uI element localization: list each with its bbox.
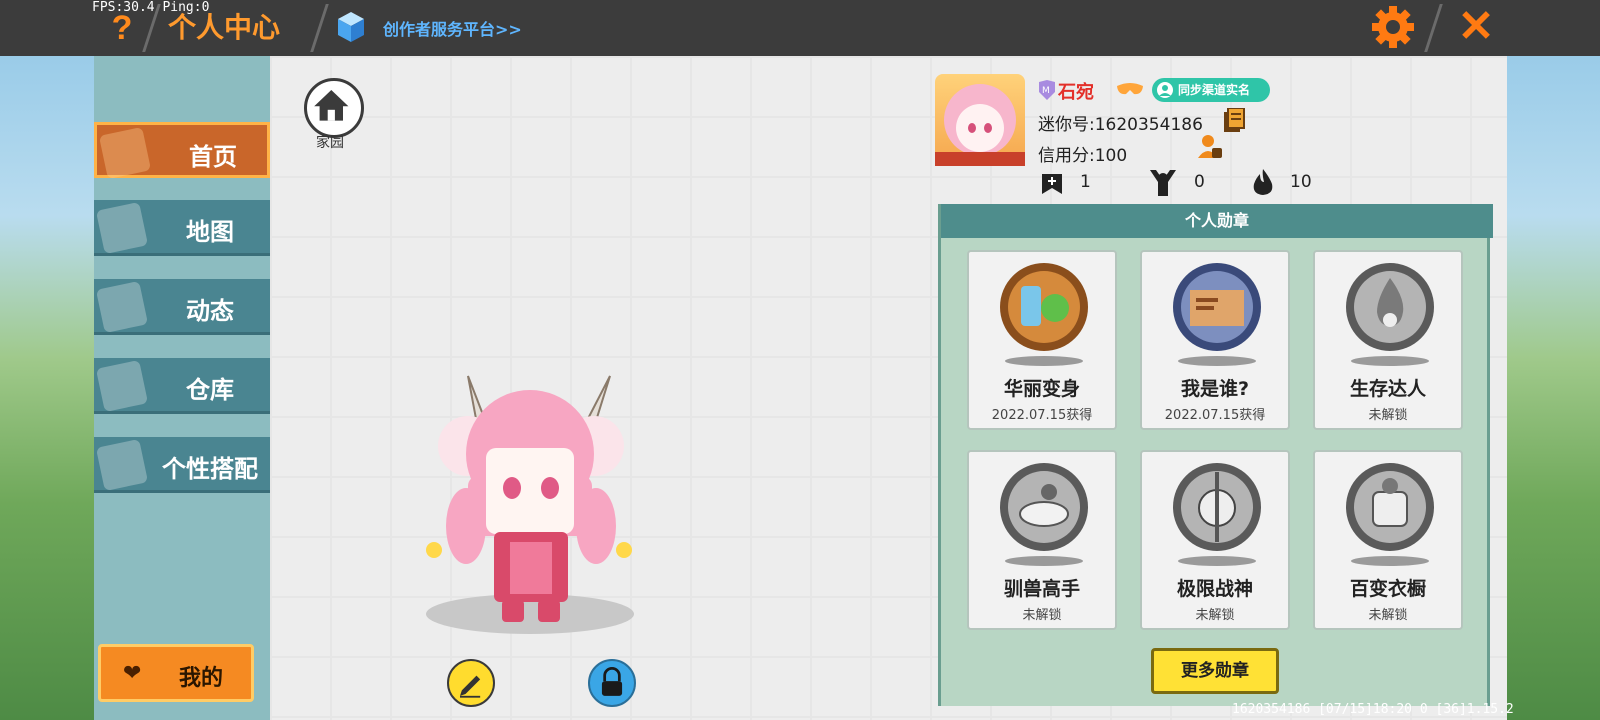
mask-icon (1117, 83, 1143, 95)
badge-card[interactable]: 我是谁? 2022.07.15获得 (1140, 250, 1290, 430)
map-icon (95, 201, 149, 255)
user-profile-icon[interactable] (1196, 132, 1224, 160)
badge-status: 未解锁 (1368, 408, 1408, 423)
badge-card[interactable]: 驯兽高手 未解锁 (967, 450, 1117, 630)
more-badges-button[interactable]: 更多勋章 (1151, 648, 1279, 694)
sidebar-item-label: 个性搭配 (162, 455, 258, 483)
badge-status: 2022.07.15获得 (991, 408, 1093, 423)
badge-name: 华丽变身 (1003, 378, 1080, 400)
sync-realname-badge[interactable]: 同步渠道实名 (1152, 78, 1270, 102)
sidebar-item-home[interactable]: 首页 (94, 122, 270, 180)
sidebar-item-label: 首页 (189, 143, 237, 171)
sidebar-item-label: 动态 (186, 297, 234, 325)
house-icon (314, 90, 349, 121)
wardrobe-badge-icon (1346, 463, 1434, 551)
home-button[interactable] (304, 78, 364, 138)
outfit-icon (95, 438, 149, 492)
svg-text:M: M (1042, 86, 1050, 96)
edit-button[interactable] (447, 659, 495, 707)
vip-shield-icon: M (1039, 80, 1055, 100)
gear-icon[interactable] (1370, 4, 1416, 50)
character-avatar[interactable] (410, 356, 650, 656)
friend-count: 1 (1080, 172, 1091, 192)
divider (1424, 4, 1443, 52)
avatar[interactable] (935, 74, 1025, 166)
fans-count: 0 (1194, 172, 1205, 192)
help-button[interactable]: ? (106, 8, 138, 48)
home-icon (98, 126, 152, 180)
survival-badge-icon (1346, 263, 1434, 351)
my-button[interactable]: ❤ 我的 (98, 644, 254, 702)
my-button-label: 我的 (179, 666, 224, 691)
heart-icon: ❤ (123, 661, 142, 686)
fans-icon (1150, 170, 1176, 196)
sidebar-item-activity[interactable]: 动态 (94, 279, 270, 335)
fire-icon (1253, 169, 1273, 195)
badge-name: 生存达人 (1349, 378, 1426, 400)
sidebar-item-label: 地图 (186, 218, 234, 246)
lock-icon (601, 667, 623, 696)
badge-card[interactable]: 生存达人 未解锁 (1313, 250, 1463, 430)
badge-card[interactable]: 极限战神 未解锁 (1140, 450, 1290, 630)
boss-badge-icon (1173, 463, 1261, 551)
badge-shadow (1351, 356, 1429, 366)
badge-status: 未解锁 (1195, 608, 1235, 623)
badge-shadow (1005, 356, 1083, 366)
badge-status: 未解锁 (1022, 608, 1062, 623)
page-title: 个人中心 (168, 11, 281, 44)
sync-badge-label: 同步渠道实名 (1178, 83, 1251, 97)
divider (310, 4, 329, 52)
pencil-icon (460, 675, 481, 698)
badge-status: 未解锁 (1368, 608, 1408, 623)
sidebar-item-map[interactable]: 地图 (94, 200, 270, 256)
badge-name: 我是谁? (1180, 378, 1250, 400)
badge-card[interactable]: 百变衣橱 未解锁 (1313, 450, 1463, 630)
warehouse-icon (95, 359, 149, 413)
tamer-badge-icon (1000, 463, 1088, 551)
badge-shadow (1351, 556, 1429, 566)
copy-icon[interactable] (1222, 108, 1246, 134)
credit-score: 信用分:100 (1038, 146, 1128, 166)
badge-name: 驯兽高手 (1003, 578, 1080, 600)
add-friend-icon (1042, 174, 1062, 194)
badge-name: 百变衣橱 (1349, 578, 1426, 600)
bell-icon (95, 280, 149, 334)
footer-info: 1620354186 [07/15]18:20 0 [36]1.15.2 (1232, 702, 1514, 717)
sidebar-item-warehouse[interactable]: 仓库 (94, 358, 270, 414)
sidebar-item-label: 仓库 (186, 376, 234, 404)
top-bar: FPS:30.4 Ping:0 ? 个人中心 创作者服务平台>> ✕ (0, 0, 1600, 56)
whoami-badge-icon (1173, 263, 1261, 351)
badge-shadow (1178, 356, 1256, 366)
transform-badge-icon (1000, 263, 1088, 351)
user-circle-icon (1157, 82, 1173, 98)
popularity-count: 10 (1290, 172, 1312, 192)
lock-button[interactable] (588, 659, 636, 707)
badge-shadow (1178, 556, 1256, 566)
badge-panel-title: 个人勋章 (941, 204, 1493, 238)
sidebar: 首页 地图 动态 仓库 个性搭配 (94, 56, 270, 720)
sidebar-item-outfit[interactable]: 个性搭配 (94, 437, 270, 493)
mini-id: 迷你号:1620354186 (1038, 115, 1203, 135)
avatar-portrait (935, 84, 1025, 166)
cube-icon[interactable] (336, 10, 366, 44)
badge-shadow (1005, 556, 1083, 566)
badge-panel: 个人勋章 华丽变身 2022.07.15获得 我是谁? 2022.07.15获得… (938, 204, 1493, 706)
badge-card[interactable]: 华丽变身 2022.07.15获得 (967, 250, 1117, 430)
badge-status: 2022.07.15获得 (1164, 408, 1266, 423)
creator-platform-link[interactable]: 创作者服务平台>> (383, 16, 522, 40)
badge-name: 极限战神 (1176, 578, 1253, 600)
home-label: 家园 (316, 135, 344, 151)
player-name: 石宛 (1058, 82, 1094, 103)
close-icon[interactable]: ✕ (1454, 2, 1498, 52)
